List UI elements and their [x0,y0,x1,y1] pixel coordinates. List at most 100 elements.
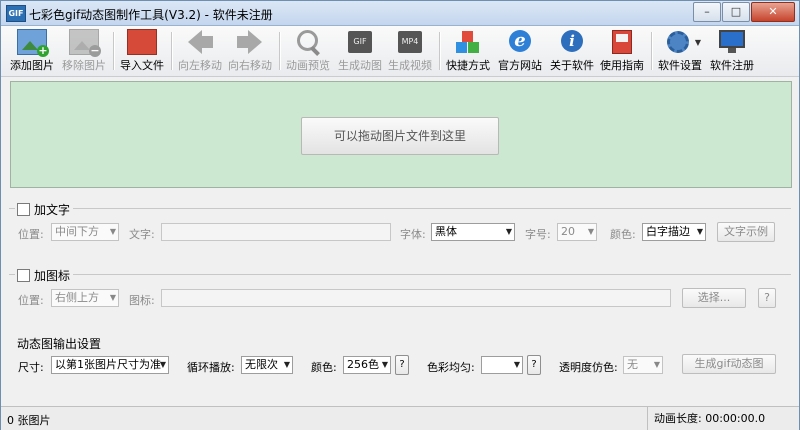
text-position-select[interactable]: 中间下方 ▼ [51,223,119,241]
add-text-checkbox[interactable] [17,203,30,216]
import-file-icon [127,29,157,55]
chevron-down-icon: ▼ [109,293,116,302]
settings-label: 软件设置 [658,59,702,72]
choose-icon-button[interactable]: 选择... [682,288,746,308]
import-file-label: 导入文件 [120,59,164,72]
color-help-button[interactable]: ? [395,355,409,375]
output-size-select[interactable]: 以第1张图片尺寸为准 ▼ [51,356,169,374]
uniform-help-button[interactable]: ? [527,355,541,375]
app-window: GIF 七彩色gif动态图制作工具(V3.2) - 软件未注册 – □ ✕ + … [0,0,800,430]
register-label: 软件注册 [710,59,754,72]
app-icon: GIF [6,5,26,22]
preview-label: 动画预览 [286,59,330,72]
guide-book-icon [607,29,637,55]
image-drop-area[interactable]: 可以拖动图片文件到这里 [10,81,792,188]
shortcut-label: 快捷方式 [446,59,490,72]
title-bar[interactable]: GIF 七彩色gif动态图制作工具(V3.2) - 软件未注册 – □ ✕ [1,1,799,26]
loop-label: 循环播放: [187,361,235,374]
preview-button[interactable]: 动画预览 [285,28,331,74]
user-guide-button[interactable]: 使用指南 [599,28,645,74]
add-icon-title: 加图标 [34,269,71,283]
chevron-down-icon: ▼ [283,360,290,369]
add-image-icon: + [17,29,49,57]
toolbar: + 添加图片 − 移除图片 导入文件 向左移动 向右移动 动画预览 GIF 生成… [1,26,799,77]
remove-image-label: 移除图片 [62,59,106,72]
generate-gif-bottom-button[interactable]: 生成gif动态图 [682,354,776,374]
icon-position-label: 位置: [18,294,44,307]
output-size-label: 尺寸: [18,361,44,374]
add-text-group: 加文字 位置: 中间下方 ▼ 文字: 字体: 黑体 ▼ 字号: 20 ▼ 颜色: 白字… [9,201,791,257]
text-position-label: 位置: [18,228,44,241]
move-right-button[interactable]: 向右移动 [227,28,273,74]
text-content-input[interactable] [161,223,391,241]
mp4-icon: MP4 [395,29,425,55]
chevron-down-icon: ▼ [694,38,701,47]
import-file-button[interactable]: 导入文件 [119,28,165,74]
user-guide-label: 使用指南 [600,59,644,72]
move-right-label: 向右移动 [228,59,272,72]
text-sample-button[interactable]: 文字示例 [717,222,775,242]
color-uniform-label: 色彩均匀: [427,361,475,374]
chevron-down-icon: ▼ [653,360,660,369]
add-text-checkbox-row[interactable]: 加文字 [15,201,74,218]
chevron-down-icon: ▼ [587,227,594,236]
gear-icon: ▼ [665,29,701,55]
loop-select[interactable]: 无限次 ▼ [241,356,293,374]
info-icon: i [557,29,587,55]
chevron-down-icon: ▼ [696,227,703,236]
text-color-select[interactable]: 白字描边 ▼ [642,223,706,241]
chevron-down-icon: ▼ [159,360,166,369]
arrow-left-icon [185,29,215,55]
magnifier-icon [293,29,323,56]
generate-gif-label: 生成动图 [338,59,382,72]
arrow-right-icon [235,29,265,55]
move-left-label: 向左移动 [178,59,222,72]
add-icon-checkbox[interactable] [17,269,30,282]
font-size-select[interactable]: 20 ▼ [557,223,597,241]
minimize-button[interactable]: – [693,2,721,22]
icon-help-button[interactable]: ? [758,288,776,308]
drop-hint-button[interactable]: 可以拖动图片文件到这里 [301,117,499,155]
official-website-label: 官方网站 [498,59,542,72]
settings-button[interactable]: ▼ 软件设置 [657,28,703,74]
color-depth-select[interactable]: 256色 ▼ [343,356,391,374]
shortcut-button[interactable]: 快捷方式 [445,28,491,74]
icon-path-label: 图标: [129,294,155,307]
move-left-button[interactable]: 向左移动 [177,28,223,74]
transparency-select[interactable]: 无 ▼ [623,356,663,374]
generate-video-button[interactable]: MP4 生成视频 [387,28,433,74]
chevron-down-icon: ▼ [109,227,116,236]
remove-image-icon: − [69,29,101,57]
about-label: 关于软件 [550,59,594,72]
color-depth-label: 颜色: [311,361,337,374]
font-size-label: 字号: [525,228,551,241]
chevron-down-icon: ▼ [381,360,388,369]
cubes-icon [453,29,483,55]
icon-path-input[interactable] [161,289,671,307]
toolbar-separator [171,32,173,70]
output-settings-group: 动态图输出设置 尺寸: 以第1张图片尺寸为准 ▼ 循环播放: 无限次 ▼ 颜色: 2… [9,335,791,385]
toolbar-separator [113,32,115,70]
add-icon-checkbox-row[interactable]: 加图标 [15,267,74,284]
icon-position-select[interactable]: 右侧上方 ▼ [51,289,119,307]
status-bar: 0 张图片 动画长度: 00:00:00.0 [1,406,799,430]
close-button[interactable]: ✕ [751,2,795,22]
font-select[interactable]: 黑体 ▼ [431,223,515,241]
gif-icon: GIF [345,29,375,55]
register-button[interactable]: 软件注册 [709,28,755,74]
remove-image-button[interactable]: − 移除图片 [61,28,107,74]
maximize-button[interactable]: □ [722,2,750,22]
chevron-down-icon: ▼ [505,227,512,236]
image-count-status: 0 张图片 [7,414,51,427]
browser-icon: e [505,29,535,55]
color-uniform-select[interactable]: ▼ [481,356,523,374]
about-button[interactable]: i 关于软件 [549,28,595,74]
text-content-label: 文字: [129,228,155,241]
add-icon-group: 加图标 位置: 右侧上方 ▼ 图标: 选择... ? [9,267,791,323]
add-image-button[interactable]: + 添加图片 [9,28,55,74]
generate-gif-button[interactable]: GIF 生成动图 [337,28,383,74]
official-website-button[interactable]: e 官方网站 [497,28,543,74]
animation-duration-status: 动画长度: 00:00:00.0 [647,407,765,430]
generate-video-label: 生成视频 [388,59,432,72]
toolbar-separator [651,32,653,70]
